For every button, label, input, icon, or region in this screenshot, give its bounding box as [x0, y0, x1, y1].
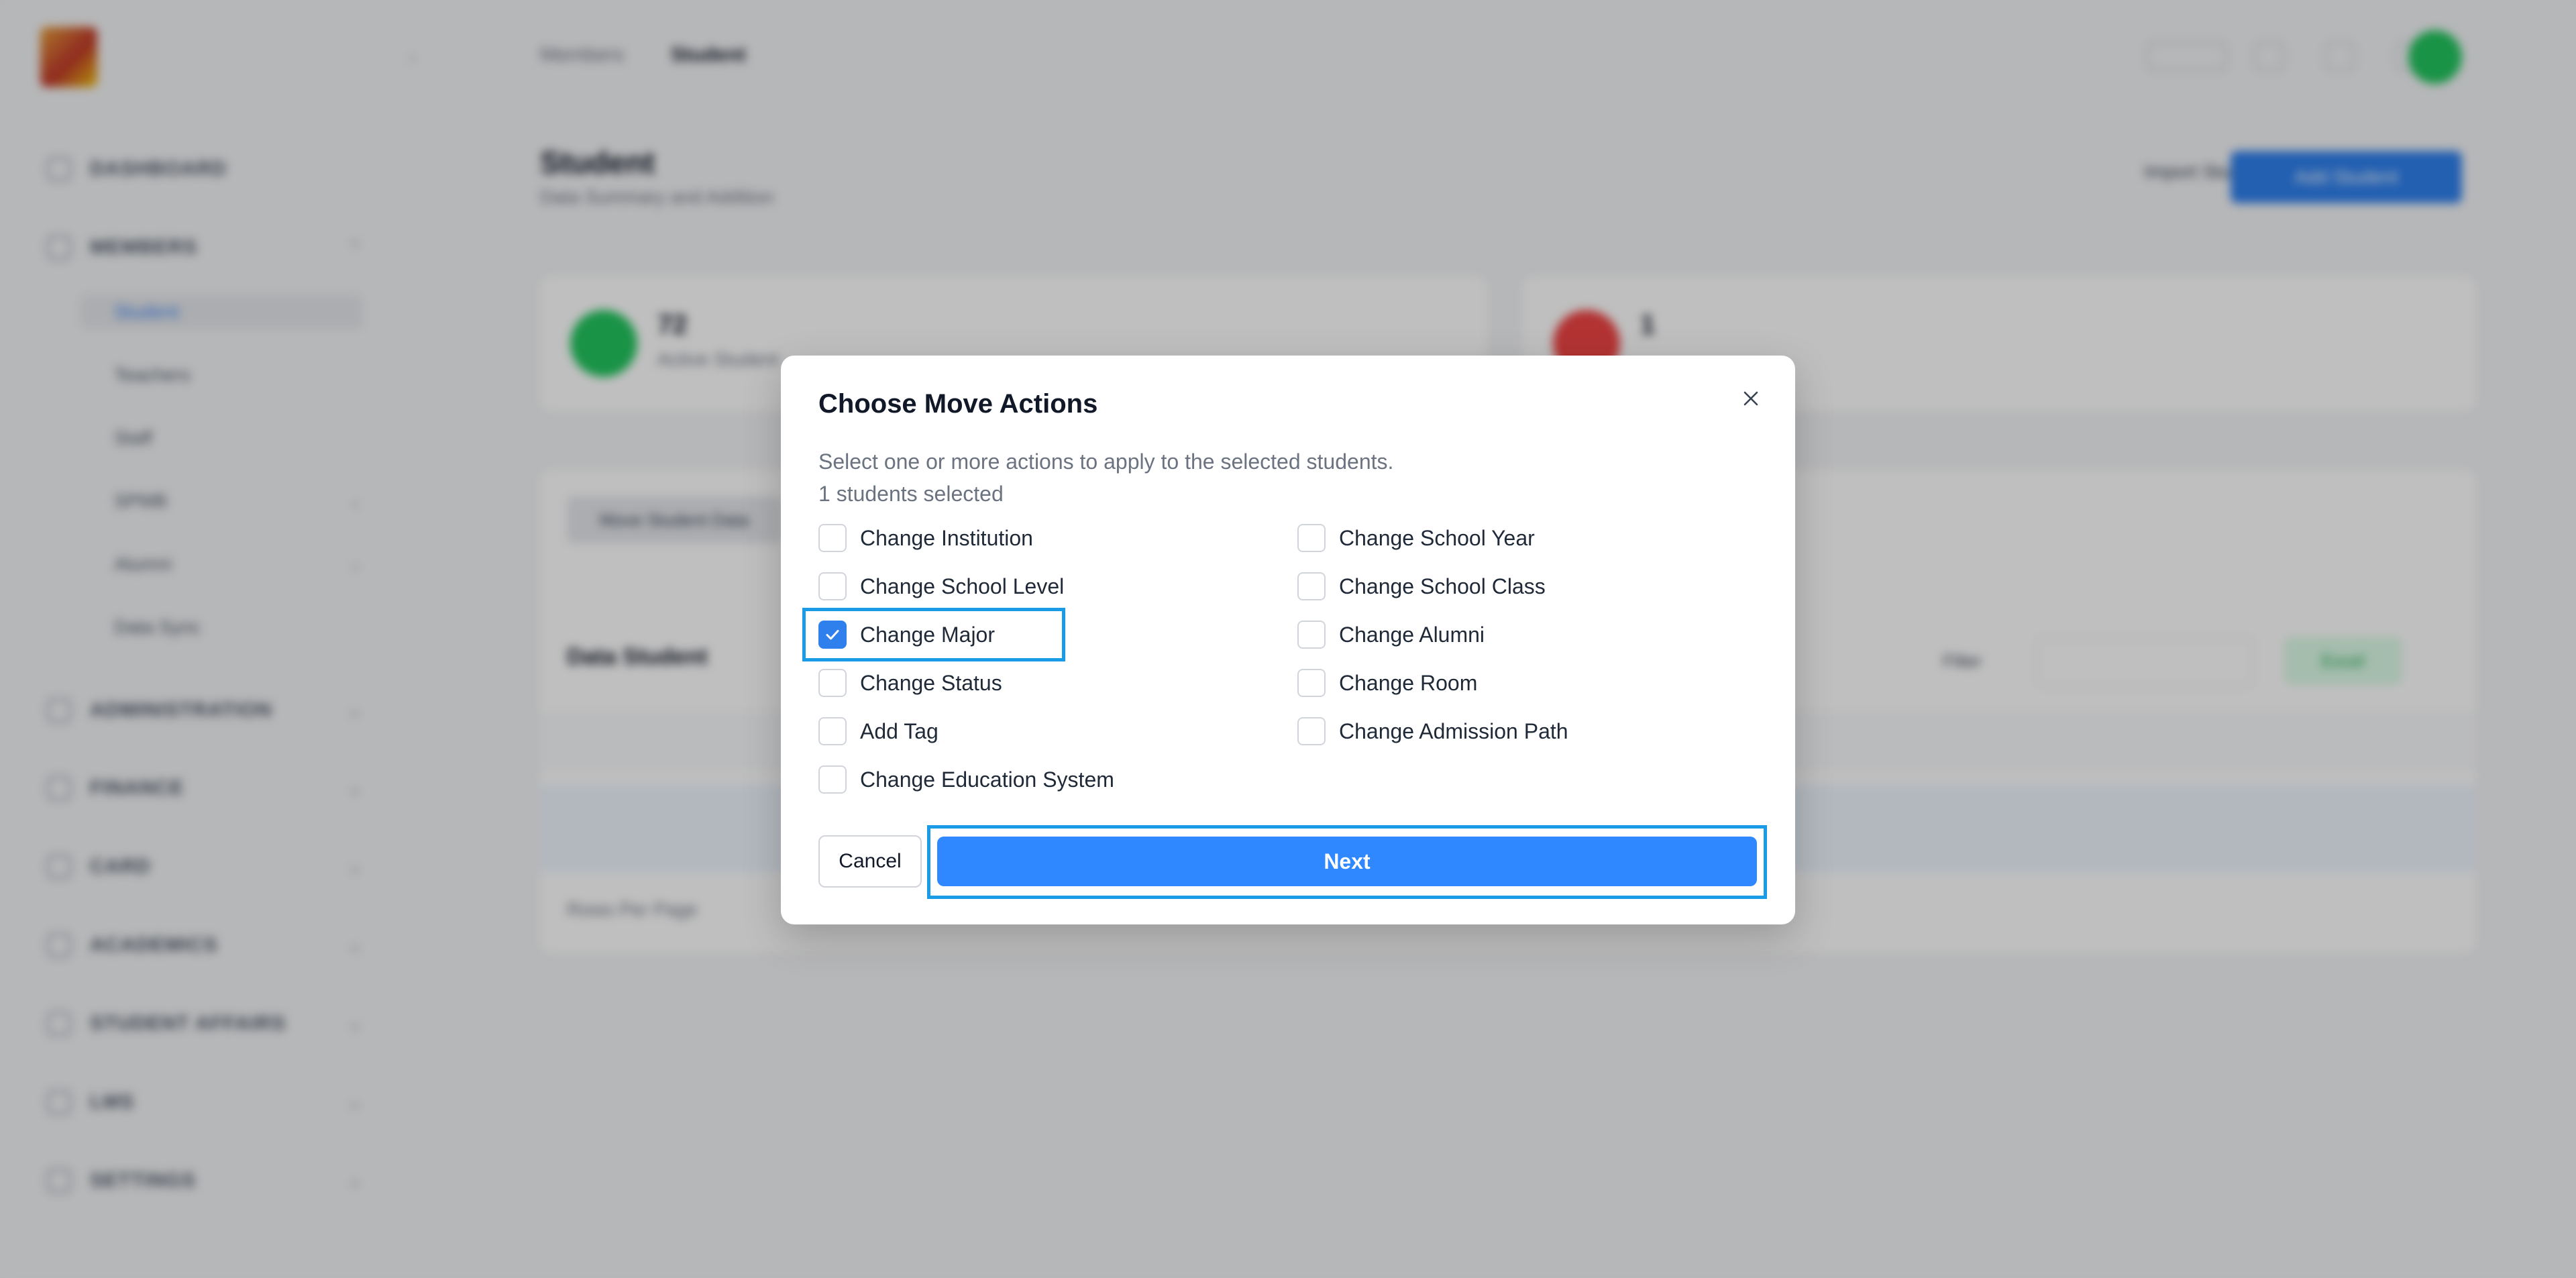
option-change-school-year[interactable]: Change School Year — [1297, 519, 1535, 557]
checkbox[interactable] — [1297, 669, 1326, 697]
option-change-alumni[interactable]: Change Alumni — [1297, 616, 1485, 653]
checkbox[interactable] — [1297, 621, 1326, 649]
dialog-description: Select one or more actions to apply to t… — [818, 449, 1394, 474]
next-button[interactable]: Next — [937, 837, 1757, 886]
checkbox[interactable] — [1297, 572, 1326, 600]
option-label: Change Status — [860, 670, 1002, 695]
selected-count: 1 students selected — [818, 482, 1004, 506]
checkbox[interactable] — [818, 524, 847, 552]
option-change-school-level[interactable]: Change School Level — [818, 568, 1064, 605]
checkbox[interactable] — [818, 572, 847, 600]
option-change-admission-path[interactable]: Change Admission Path — [1297, 712, 1568, 750]
option-change-room[interactable]: Change Room — [1297, 664, 1477, 702]
option-label: Change School Class — [1339, 574, 1546, 598]
option-change-school-class[interactable]: Change School Class — [1297, 568, 1546, 605]
option-change-education-system[interactable]: Change Education System — [818, 761, 1114, 798]
option-label: Change Major — [860, 622, 995, 647]
option-label: Change School Year — [1339, 525, 1535, 550]
option-label: Change Admission Path — [1339, 718, 1568, 743]
checkbox[interactable] — [818, 669, 847, 697]
choose-move-actions-dialog: Choose Move Actions Select one or more a… — [781, 356, 1795, 924]
option-add-tag[interactable]: Add Tag — [818, 712, 938, 750]
checkbox[interactable] — [818, 765, 847, 794]
checkbox[interactable] — [1297, 524, 1326, 552]
check-icon — [826, 630, 839, 640]
checkbox[interactable] — [818, 717, 847, 745]
option-label: Change Room — [1339, 670, 1478, 695]
checkbox[interactable] — [1297, 717, 1326, 745]
cancel-button[interactable]: Cancel — [818, 835, 922, 888]
option-change-institution[interactable]: Change Institution — [818, 519, 1033, 557]
checkbox-checked[interactable] — [818, 621, 847, 649]
option-label: Add Tag — [860, 718, 938, 743]
close-icon[interactable] — [1736, 384, 1766, 413]
option-change-major[interactable]: Change Major — [818, 616, 995, 653]
option-label: Change Alumni — [1339, 622, 1485, 647]
dialog-title: Choose Move Actions — [818, 389, 1098, 419]
option-label: Change Institution — [860, 525, 1033, 550]
option-change-status[interactable]: Change Status — [818, 664, 1002, 702]
option-label: Change School Level — [860, 574, 1065, 598]
option-label: Change Education System — [860, 767, 1114, 792]
